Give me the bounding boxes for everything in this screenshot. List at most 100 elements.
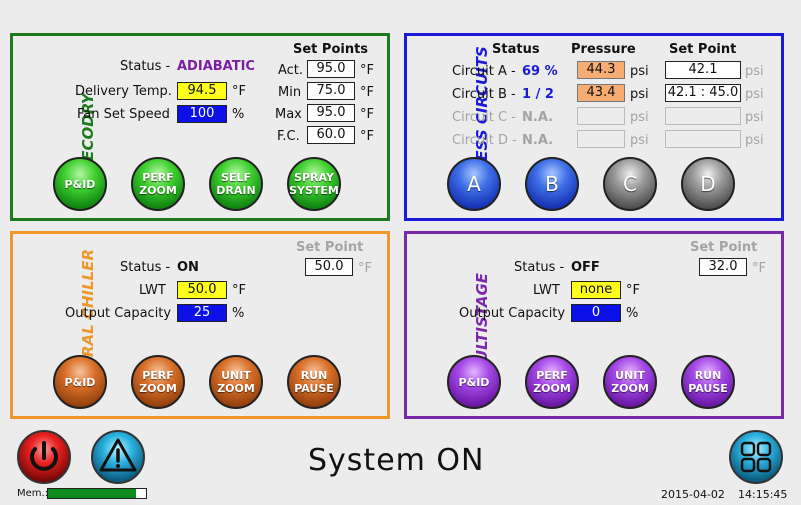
ms-status-label: Status - xyxy=(514,260,565,275)
sp-act-label: Act. xyxy=(278,63,304,78)
time-text: 14:15:45 xyxy=(738,488,788,501)
cc-lwt-value: 50.0 xyxy=(177,281,227,299)
circuit-b-label: Circuit B - xyxy=(452,87,516,102)
sp-fc-label: F.C. xyxy=(277,129,300,144)
circuit-c-status: N.A. xyxy=(522,110,554,125)
cc-output-label: Output Capacity xyxy=(65,306,172,321)
ecodry-status-label: Status - xyxy=(120,59,171,74)
sp-fc-value: 60.0 xyxy=(307,126,355,144)
circuit-a-status: 69 % xyxy=(522,64,558,79)
delivery-temp-unit: °F xyxy=(232,84,246,99)
circuit-a-setpoint: 42.1 xyxy=(665,61,741,79)
cc-unit-zoom-button[interactable]: UNIT ZOOM xyxy=(209,355,263,409)
circuit-d-pressure-unit: psi xyxy=(630,133,649,148)
circuit-a-label: Circuit A - xyxy=(452,64,516,79)
fan-set-speed-value: 100 xyxy=(177,105,227,123)
grid-menu-icon xyxy=(729,430,783,484)
ecodry-pid-button[interactable]: P&ID xyxy=(53,157,107,211)
circuit-c-pressure xyxy=(577,107,625,125)
ms-unit-zoom-button[interactable]: UNIT ZOOM xyxy=(603,355,657,409)
ms-pid-button[interactable]: P&ID xyxy=(447,355,501,409)
cc-run-pause-button[interactable]: RUN PAUSE xyxy=(287,355,341,409)
sp-fc-unit: °F xyxy=(360,129,374,144)
circuit-d-label: Circuit D - xyxy=(452,133,517,148)
circuit-c-setpoint xyxy=(665,107,741,125)
warning-icon xyxy=(91,430,145,484)
ecodry-spray-system-button[interactable]: SPRAY SYSTEM xyxy=(287,157,341,211)
circuit-b-button[interactable]: B xyxy=(525,157,579,211)
circuit-d-pressure xyxy=(577,130,625,148)
system-status-text: System ON xyxy=(308,443,485,478)
delivery-temp-value: 94.5 xyxy=(177,82,227,100)
mem-bar-fill xyxy=(48,489,137,498)
circuit-c-setpoint-unit: psi xyxy=(745,110,764,125)
ecodry-perf-zoom-button[interactable]: PERF ZOOM xyxy=(131,157,185,211)
process-circuits-panel: PROCESS CIRCUITS Status Pressure Set Poi… xyxy=(404,33,784,221)
process-setpoint-header: Set Point xyxy=(669,42,737,57)
ms-setpoint-header: Set Point xyxy=(690,240,758,255)
sp-act-value: 95.0 xyxy=(307,60,355,78)
circuit-d-button[interactable]: D xyxy=(681,157,735,211)
ms-setpoint-unit: °F xyxy=(752,261,766,276)
circuit-b-setpoint: 42.1 : 45.0 xyxy=(665,84,741,102)
circuit-c-pressure-unit: psi xyxy=(630,110,649,125)
circuit-d-setpoint xyxy=(665,130,741,148)
cc-setpoint-value: 50.0 xyxy=(305,258,353,276)
circuit-b-pressure-unit: psi xyxy=(630,87,649,102)
power-button[interactable] xyxy=(15,429,73,485)
cc-lwt-unit: °F xyxy=(232,283,246,298)
ms-output-unit: % xyxy=(626,306,639,321)
ms-output-label: Output Capacity xyxy=(459,306,566,321)
circuit-d-setpoint-unit: psi xyxy=(745,133,764,148)
ms-lwt-value: none xyxy=(571,281,621,299)
alarm-button[interactable] xyxy=(89,429,147,485)
multistage-panel: MULTISTAGE Set Point 32.0 °F Status - OF… xyxy=(404,231,784,419)
cc-perf-zoom-button[interactable]: PERF ZOOM xyxy=(131,355,185,409)
cc-status-value: ON xyxy=(177,260,199,275)
delivery-temp-label: Delivery Temp. xyxy=(75,84,172,99)
fan-set-speed-label: Fan Set Speed xyxy=(77,107,170,122)
fan-set-speed-unit: % xyxy=(232,107,245,122)
circuit-a-button[interactable]: A xyxy=(447,157,501,211)
ms-perf-zoom-button[interactable]: PERF ZOOM xyxy=(525,355,579,409)
ms-lwt-label: LWT xyxy=(533,283,560,298)
circuit-c-label: Circuit C - xyxy=(452,110,516,125)
cc-output-unit: % xyxy=(232,306,245,321)
ms-run-pause-button[interactable]: RUN PAUSE xyxy=(681,355,735,409)
process-status-header: Status xyxy=(492,42,540,57)
ecodry-self-drain-button[interactable]: SELF DRAIN xyxy=(209,157,263,211)
circuit-a-pressure-unit: psi xyxy=(630,64,649,79)
cc-setpoint-unit: °F xyxy=(358,261,372,276)
ecodry-status-value: ADIABATIC xyxy=(177,59,255,74)
cc-lwt-label: LWT xyxy=(139,283,166,298)
ms-lwt-unit: °F xyxy=(626,283,640,298)
sp-max-unit: °F xyxy=(360,107,374,122)
circuit-b-pressure: 43.4 xyxy=(577,84,625,102)
ecodry-set-points-header: Set Points xyxy=(293,42,369,57)
circuit-d-status: N.A. xyxy=(522,133,554,148)
circuit-a-pressure: 44.3 xyxy=(577,61,625,79)
menu-button[interactable] xyxy=(727,429,785,485)
sp-min-value: 75.0 xyxy=(307,82,355,100)
sp-min-label: Min xyxy=(278,85,302,100)
cc-setpoint-header: Set Point xyxy=(296,240,364,255)
cc-output-value: 25 xyxy=(177,304,227,322)
ms-status-value: OFF xyxy=(571,260,600,275)
circuit-b-status: 1 / 2 xyxy=(522,87,554,102)
power-icon xyxy=(17,430,71,484)
sp-max-value: 95.0 xyxy=(307,104,355,122)
sp-max-label: Max xyxy=(275,107,302,122)
mem-label: Mem.: xyxy=(17,488,49,499)
circuit-c-button[interactable]: C xyxy=(603,157,657,211)
date-text: 2015-04-02 xyxy=(661,488,725,501)
sp-act-unit: °F xyxy=(360,63,374,78)
cc-status-label: Status - xyxy=(120,260,171,275)
ms-output-value: 0 xyxy=(571,304,621,322)
ms-setpoint-value: 32.0 xyxy=(699,258,747,276)
central-chiller-panel: CENTRAL CHILLER Set Point 50.0 °F Status… xyxy=(10,231,390,419)
circuit-a-setpoint-unit: psi xyxy=(745,64,764,79)
cc-pid-button[interactable]: P&ID xyxy=(53,355,107,409)
circuit-b-setpoint-unit: psi xyxy=(745,87,764,102)
mem-bar xyxy=(47,488,147,499)
process-pressure-header: Pressure xyxy=(571,42,636,57)
